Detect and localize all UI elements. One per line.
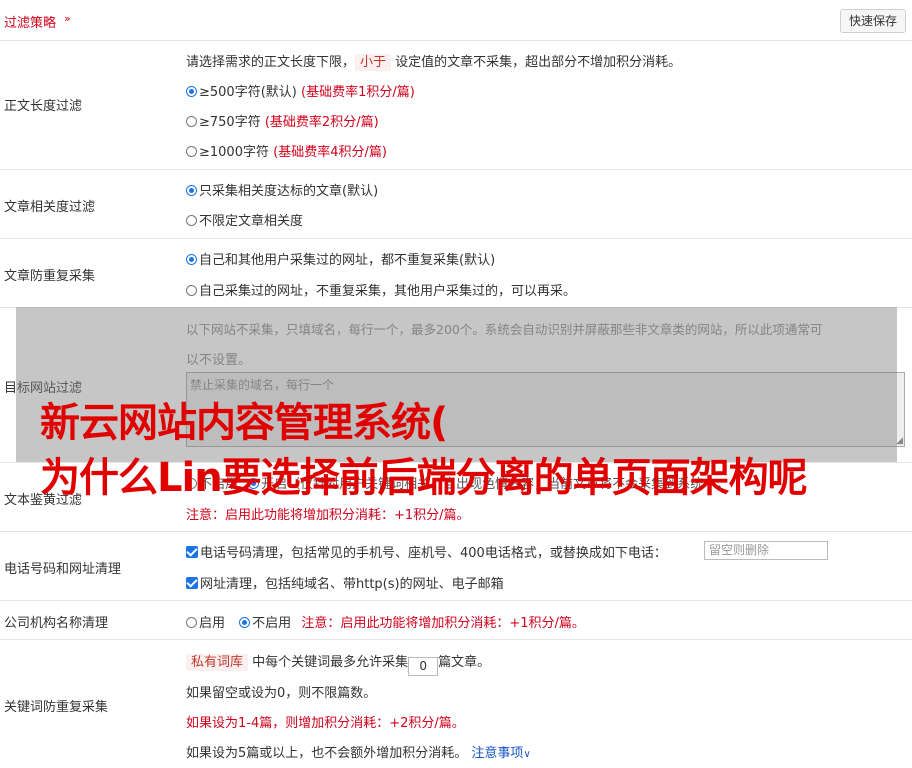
resize-handle-icon[interactable]: ◢ xyxy=(896,436,903,446)
keyword-dedup-line3: 如果设为1-4篇，则增加积分消耗：+2积分/篇。 xyxy=(186,716,465,731)
length-filter-desc: 请选择需求的正文长度下限， 小于 设定值的文章不采集，超出部分不增加积分消耗。 xyxy=(186,51,682,71)
option-off-text: 不启用 xyxy=(252,616,292,631)
relevance-row xyxy=(0,170,912,239)
radio-selected-icon[interactable] xyxy=(186,254,197,265)
chevron-down-icon[interactable]: ∨ xyxy=(523,749,530,760)
radio-selected-icon[interactable] xyxy=(186,185,197,196)
length-option-1000[interactable]: ≥1000字符 (基础费率4积分/篇) xyxy=(186,141,387,160)
replacement-phone-input[interactable]: 留空则删除 xyxy=(704,541,828,560)
checkbox-checked-icon[interactable] xyxy=(186,546,198,558)
keyword-dedup-label: 关键词防重复采集 xyxy=(4,700,109,715)
filter-strategy-header xyxy=(0,0,912,41)
company-options: 启用 不启用 注意：启用此功能将增加积分消耗：+1积分/篇。 xyxy=(186,612,585,631)
line-text: 篇文章。 xyxy=(438,655,491,670)
relevance-option-qualified[interactable]: 只采集相关度达标的文章(默认) xyxy=(186,180,378,199)
checkbox-checked-icon[interactable] xyxy=(186,577,198,589)
desc-text: 设定值的文章不采集，超出部分不增加积分消耗。 xyxy=(395,55,682,70)
line-text: 中每个关键词最多允许采集 xyxy=(252,655,409,670)
option-note: (基础费率2积分/篇) xyxy=(264,115,379,130)
option-text: ≥1000字符 xyxy=(199,145,269,160)
watermark-line2: 为什么Lin要选择前后端分离的单页面架构呢 xyxy=(40,455,808,501)
desc-text: 请选择需求的正文长度下限， xyxy=(186,55,356,70)
phone-clean-option[interactable]: 电话号码清理，包括常见的手机号、座机号、400电话格式，或替换成如下电话： xyxy=(186,542,667,561)
option-text: ≥500字符(默认) xyxy=(199,85,297,100)
dedup-option-all[interactable]: 自己和其他用户采集过的网址，都不重复采集(默认) xyxy=(186,249,495,268)
phone-url-label: 电话号码和网址清理 xyxy=(4,562,122,577)
length-option-500[interactable]: ≥500字符(默认) (基础费率1积分/篇) xyxy=(186,81,415,100)
radio-icon[interactable] xyxy=(186,215,197,226)
url-clean-option[interactable]: 网址清理，包括纯域名、带http(s)的网址、电子邮箱 xyxy=(186,573,504,592)
option-text: 只采集相关度达标的文章(默认) xyxy=(199,184,379,199)
company-label: 公司机构名称清理 xyxy=(4,616,109,631)
dedup-option-self[interactable]: 自己采集过的网址，不重复采集，其他用户采集过的，可以再采。 xyxy=(186,280,576,299)
option-text: 网址清理，包括纯域名、带http(s)的网址、电子邮箱 xyxy=(200,577,504,592)
length-filter-label: 正文长度过滤 xyxy=(4,99,83,114)
porn-filter-note: 注意：启用此功能将增加积分消耗：+1积分/篇。 xyxy=(186,508,470,523)
radio-icon[interactable] xyxy=(186,617,197,628)
keyword-dedup-line2: 如果留空或设为0，则不限篇数。 xyxy=(186,686,377,701)
option-text: ≥750字符 xyxy=(199,115,261,130)
option-text: 电话号码清理，包括常见的手机号、座机号、400电话格式，或替换成如下电话： xyxy=(200,546,667,561)
option-note: (基础费率1积分/篇) xyxy=(301,85,415,100)
notes-link[interactable]: 注意事项 xyxy=(471,746,523,761)
option-text: 自己和其他用户采集过的网址，都不重复采集(默认) xyxy=(199,253,496,268)
relevance-option-unlimited[interactable]: 不限定文章相关度 xyxy=(186,210,303,229)
length-option-750[interactable]: ≥750字符 (基础费率2积分/篇) xyxy=(186,111,379,130)
quick-save-button[interactable]: 快速保存 xyxy=(839,9,906,33)
radio-selected-icon[interactable] xyxy=(239,617,251,628)
max-articles-input[interactable]: 0 xyxy=(408,657,439,676)
section-title[interactable]: 过滤策略 xyxy=(4,12,56,31)
radio-icon[interactable] xyxy=(186,285,197,296)
private-lexicon-tag[interactable]: 私有词库 xyxy=(186,654,249,671)
line-text: 如果设为5篇或以上，也不会额外增加积分消耗。 xyxy=(186,746,468,761)
company-note: 注意：启用此功能将增加积分消耗：+1积分/篇。 xyxy=(301,616,585,631)
dedup-label: 文章防重复采集 xyxy=(4,269,96,284)
option-text: 自己采集过的网址，不重复采集，其他用户采集过的，可以再采。 xyxy=(199,284,577,299)
keyword-dedup-line4: 如果设为5篇或以上，也不会额外增加积分消耗。 注意事项∨ xyxy=(186,742,531,761)
radio-icon[interactable] xyxy=(186,116,197,127)
option-note: (基础费率4积分/篇) xyxy=(273,145,387,160)
option-text: 不限定文章相关度 xyxy=(199,214,304,229)
relevance-label: 文章相关度过滤 xyxy=(4,200,96,215)
watermark-line1: 新云网站内容管理系统( xyxy=(40,400,448,446)
radio-selected-icon[interactable] xyxy=(186,86,197,97)
chevron-down-icon[interactable]: » xyxy=(64,12,71,25)
option-on-text: 启用 xyxy=(199,616,226,631)
keyword-dedup-line1: 私有词库 中每个关键词最多允许采集 0 篇文章。 xyxy=(186,651,490,676)
less-than-tag: 小于 xyxy=(355,54,392,71)
radio-icon[interactable] xyxy=(186,146,197,157)
